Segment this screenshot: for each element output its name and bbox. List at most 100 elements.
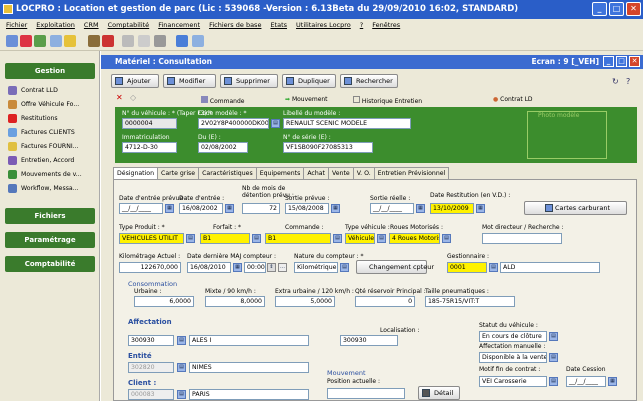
- tab-caracteristiques[interactable]: Caractéristiques: [198, 167, 257, 179]
- commande-link[interactable]: Commande: [201, 96, 244, 105]
- restitution-field[interactable]: 13/10/2009: [430, 203, 474, 214]
- lookup-icon[interactable]: ▤: [549, 332, 558, 341]
- nature-field[interactable]: Kilométrique: [294, 262, 338, 273]
- maj-time-field[interactable]: 00:00: [244, 262, 266, 273]
- mouvement-link[interactable]: ➡ Mouvement: [285, 96, 328, 103]
- entite-field[interactable]: NIMES: [189, 362, 309, 373]
- print-icon[interactable]: [122, 35, 134, 47]
- rechercher-button[interactable]: Rechercher: [340, 74, 398, 88]
- model-lookup-icon[interactable]: ▤: [271, 119, 280, 128]
- calendar-icon[interactable]: ▦: [608, 377, 617, 386]
- serie-field[interactable]: VF1SB090F27085313: [283, 142, 373, 153]
- user-icon[interactable]: [102, 35, 114, 47]
- maj-date-field[interactable]: 16/08/2010: [187, 262, 231, 273]
- open-icon[interactable]: [6, 35, 18, 47]
- form-maximize-button[interactable]: □: [616, 56, 627, 67]
- statut-field[interactable]: En cours de clôture: [479, 331, 547, 342]
- calendar-icon[interactable]: ▦: [225, 204, 234, 213]
- more-button[interactable]: …: [278, 263, 287, 272]
- reservoir-field[interactable]: 0: [355, 296, 415, 307]
- menu-help[interactable]: ?: [360, 19, 363, 31]
- sidebar-item-contrat-lld[interactable]: Contrat LLD: [8, 85, 98, 96]
- form-close-button[interactable]: ✕: [629, 56, 640, 67]
- stop-icon[interactable]: [20, 35, 32, 47]
- folder-icon[interactable]: [64, 35, 76, 47]
- lookup-icon[interactable]: ▤: [442, 234, 451, 243]
- menu-fenetres[interactable]: Fenêtres: [372, 19, 400, 31]
- detail-button[interactable]: Détail: [418, 386, 460, 400]
- type-vehicule-field[interactable]: Véhicules d'Ex: [345, 233, 375, 244]
- tab-carte-grise[interactable]: Carte grise: [157, 167, 200, 179]
- roues-field[interactable]: 4 Roues Motorisés: [389, 233, 440, 244]
- lookup-icon[interactable]: ▤: [377, 234, 386, 243]
- client-code-field[interactable]: 000083: [128, 389, 174, 400]
- menu-crm[interactable]: CRM: [84, 19, 99, 31]
- undo-icon[interactable]: ◇: [130, 93, 136, 102]
- forfait-field[interactable]: B1: [200, 233, 250, 244]
- lookup-icon[interactable]: ▤: [186, 234, 195, 243]
- menu-fichier[interactable]: Fichier: [6, 19, 27, 31]
- lookup-icon[interactable]: ▤: [252, 234, 261, 243]
- menu-utilitaires[interactable]: Utilitaires Locpro: [296, 19, 351, 31]
- entite-code-field[interactable]: 302820: [128, 362, 174, 373]
- dupliquer-button[interactable]: Dupliquer: [282, 74, 336, 88]
- cancel-icon[interactable]: ✕: [116, 93, 123, 102]
- motif-field[interactable]: VEI Carosserie: [479, 376, 547, 387]
- cartes-carburant-button[interactable]: Cartes carburant: [524, 201, 627, 215]
- minimize-button[interactable]: _: [592, 2, 607, 16]
- entree-prevue-field[interactable]: __/__/____: [119, 203, 163, 214]
- next-icon[interactable]: [34, 35, 46, 47]
- menu-etats[interactable]: Etats: [270, 19, 287, 31]
- disk-icon[interactable]: [176, 35, 188, 47]
- menu-exploitation[interactable]: Exploitation: [36, 19, 75, 31]
- urbaine-field[interactable]: 6,0000: [134, 296, 194, 307]
- lookup-icon[interactable]: ▤: [177, 336, 186, 345]
- sidebar-item-offre[interactable]: Offre Véhicule Fo...: [8, 99, 98, 110]
- sortie-prevue-field[interactable]: 15/08/2008: [285, 203, 329, 214]
- commande-field[interactable]: B1: [265, 233, 331, 244]
- entree-field[interactable]: 16/08/2002: [179, 203, 223, 214]
- extra-field[interactable]: 5,0000: [275, 296, 335, 307]
- refresh-icon[interactable]: ↻: [612, 77, 619, 86]
- sidebar-header-fichiers[interactable]: Fichiers: [5, 208, 95, 224]
- vehicle-number-field[interactable]: 0000004: [122, 118, 177, 129]
- lookup-icon[interactable]: ▤: [177, 390, 186, 399]
- nb-mois-field[interactable]: 72: [242, 203, 280, 214]
- calendar-icon[interactable]: ▦: [331, 204, 340, 213]
- calendar-icon[interactable]: ▦: [476, 204, 485, 213]
- menu-comptabilite[interactable]: Comptabilité: [108, 19, 150, 31]
- client-field[interactable]: PARIS: [189, 389, 309, 400]
- immat-field[interactable]: 4712-D-30: [122, 142, 177, 153]
- mixte-field[interactable]: 8,0000: [205, 296, 265, 307]
- time-spinner[interactable]: ⇕: [267, 263, 276, 272]
- sortie-reelle-field[interactable]: __/__/____: [370, 203, 414, 214]
- mail-icon[interactable]: [192, 35, 204, 47]
- position-field[interactable]: [327, 388, 405, 399]
- mot-directeur-field[interactable]: [482, 233, 562, 244]
- date-cession-field[interactable]: __/__/____: [566, 376, 606, 387]
- lookup-icon[interactable]: ▤: [549, 353, 558, 362]
- lookup-icon[interactable]: ▤: [333, 234, 342, 243]
- calc-icon[interactable]: [138, 35, 150, 47]
- type-produit-field[interactable]: VEHICULES UTILIT: [119, 233, 184, 244]
- close-button[interactable]: ✕: [626, 2, 641, 16]
- calendar-icon[interactable]: ▦: [233, 263, 242, 272]
- calendar-icon[interactable]: ▦: [416, 204, 425, 213]
- tab-vente[interactable]: Vente: [327, 167, 354, 179]
- menu-financement[interactable]: Financement: [158, 19, 200, 31]
- sidebar-item-restitutions[interactable]: Restitutions: [8, 113, 98, 124]
- gestionnaire-field[interactable]: ALD: [500, 262, 600, 273]
- supprimer-button[interactable]: Supprimer: [220, 74, 278, 88]
- model-label-field[interactable]: RENAULT SCENIC MODELE: [283, 118, 411, 129]
- contrat-link[interactable]: ● Contrat LD: [493, 96, 533, 103]
- sidebar-item-entretien[interactable]: Entretien, Accord: [8, 155, 98, 166]
- model-code-field[interactable]: 2V02Y8P400000DK00: [198, 118, 269, 129]
- tab-equipements[interactable]: Equipements: [255, 167, 305, 179]
- affectation-ville-field[interactable]: ALES I: [189, 335, 309, 346]
- localisation-field[interactable]: 300930: [340, 335, 398, 346]
- gestionnaire-code-field[interactable]: 0001: [447, 262, 487, 273]
- sidebar-item-mouvements[interactable]: Mouvements de v...: [8, 169, 98, 180]
- form-minimize-button[interactable]: _: [603, 56, 614, 67]
- lookup-icon[interactable]: ▤: [489, 263, 498, 272]
- lookup-icon[interactable]: ▤: [340, 263, 349, 272]
